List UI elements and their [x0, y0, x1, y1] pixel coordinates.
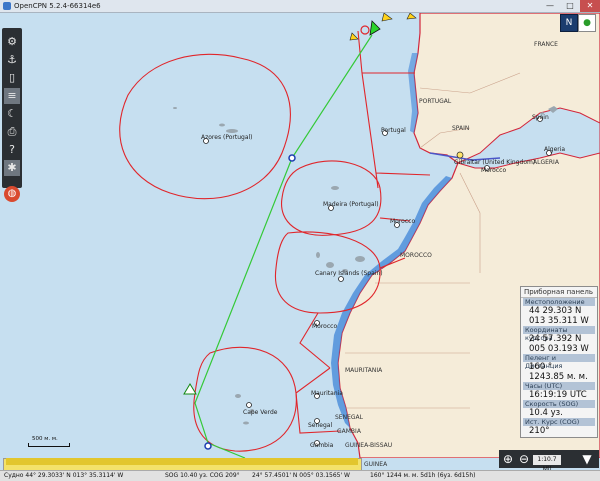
- dashboard-caption: Часы (UTC): [523, 382, 595, 390]
- dashboard-caption: Координаты курсора: [523, 326, 595, 342]
- canary-island: [355, 256, 365, 262]
- azores-island: [219, 123, 225, 127]
- canary-island: [316, 252, 320, 258]
- map-label-azores: Azores (Portugal): [201, 134, 253, 141]
- dashboard-cursor: Координаты курсора 24 57.392 N 005 03.19…: [521, 326, 597, 354]
- man-overboard-icon[interactable]: ◍: [4, 186, 20, 202]
- cape-verde-island: [235, 394, 241, 398]
- title-bar: OpenCPN 5.2.4-66314e6 — □ ✕: [0, 0, 600, 13]
- map-label-portugal: Portugal: [381, 127, 406, 134]
- dashboard-title: Приборная панель: [521, 287, 597, 298]
- dashboard-caption: Пеленг и Дистанция: [523, 354, 595, 370]
- waypoint-icon[interactable]: [204, 442, 212, 450]
- quilt-toggle-icon[interactable]: ▼: [579, 451, 595, 467]
- madeira-island: [331, 186, 339, 190]
- dashboard-value: 44 29.303 N: [529, 306, 582, 316]
- dashboard-clock: Часы (UTC) 16:19:19 UTC: [521, 382, 597, 400]
- map-label-madeira: Madeira (Portugal): [323, 201, 379, 208]
- main-toolbar: ⚙ ⚓ ▯ ≡ ☾ ⎙ ? ✱: [2, 28, 22, 188]
- country-label-mauritania: MAURITANIA: [345, 367, 383, 374]
- map-label-mauritania: Mauritania: [311, 390, 343, 397]
- canary-island: [326, 262, 334, 268]
- dashboard-value: 013 35.311 W: [529, 316, 589, 326]
- scale-bar: [28, 443, 70, 447]
- dashboard-value: 005 03.193 W: [529, 344, 589, 354]
- map-label-morocco-1: Morocco: [390, 218, 416, 225]
- country-label-morocco: MOROCCO: [400, 252, 432, 259]
- compass-icon[interactable]: N: [560, 14, 578, 32]
- maximize-button[interactable]: □: [560, 0, 580, 12]
- map-label-algeria: Algeria: [544, 146, 566, 153]
- dashboard-value: 210°: [529, 426, 550, 436]
- print-icon[interactable]: ⎙: [4, 124, 20, 140]
- place-marker-canary: [338, 276, 344, 282]
- place-marker-cape-verde: [246, 402, 252, 408]
- route-manager-icon[interactable]: ⚓: [4, 52, 20, 68]
- opencpn-app-icon: [3, 2, 11, 10]
- country-label-algeria: ALGERIA: [533, 159, 559, 166]
- country-label-guinea-bissau: GUINEA-BISSAU: [345, 442, 393, 449]
- window-title: OpenCPN 5.2.4-66314e6: [14, 2, 101, 10]
- cape-verde-island: [243, 421, 249, 425]
- country-label-guinea: GUINEA: [364, 461, 388, 468]
- zoom-out-icon[interactable]: ⊖: [516, 451, 532, 467]
- map-label-gambia: Gambia: [310, 442, 334, 449]
- status-bar: Судно 44° 29.3033' N 013° 35.3114' W SOG…: [0, 470, 600, 481]
- map-label-senegal: Senegal: [308, 422, 333, 429]
- dashboard-bearing: Пеленг и Дистанция 160 ° 1243.85 м. м.: [521, 354, 597, 382]
- ais-icon[interactable]: ✱: [4, 160, 20, 176]
- map-label-cape-verde: Cape Verde: [243, 409, 278, 416]
- dashboard-caption: Скорость (SOG): [523, 400, 595, 408]
- minimize-button[interactable]: —: [540, 0, 560, 12]
- dashboard-caption: Местоположение: [523, 298, 595, 306]
- dashboard-value: 24 57.392 N: [529, 334, 582, 344]
- dashboard-caption: Ист. Курс (COG): [523, 418, 595, 426]
- dashboard-panel[interactable]: Приборная панель Местоположение 44 29.30…: [520, 286, 598, 438]
- map-label-canary: Canary Islands (Spain): [315, 270, 383, 277]
- track-icon[interactable]: ▯: [4, 70, 20, 86]
- azores-island: [173, 107, 177, 109]
- zoom-in-icon[interactable]: ⊕: [500, 451, 516, 467]
- close-button[interactable]: ✕: [580, 0, 600, 12]
- azores-island: [226, 129, 238, 133]
- gibraltar-marker-icon[interactable]: [456, 151, 464, 159]
- chart-scale-readout: 1:10.7 Мil: [533, 455, 561, 473]
- map-label-morocco-3: Morocco: [481, 167, 507, 174]
- country-label-portugal: PORTUGAL: [419, 98, 452, 105]
- dashboard-position: Местоположение 44 29.303 N 013 35.311 W: [521, 298, 597, 326]
- map-label-gibraltar: Gibraltar (United Kingdom): [454, 159, 536, 166]
- dashboard-cog: Ист. Курс (COG) 210°: [521, 418, 597, 436]
- waypoint-icon[interactable]: [288, 154, 296, 162]
- dashboard-sog: Скорость (SOG) 10.4 уз.: [521, 400, 597, 418]
- country-label-spain: SPAIN: [452, 125, 470, 132]
- help-icon[interactable]: ?: [4, 142, 20, 158]
- tides-icon[interactable]: ☾: [4, 106, 20, 122]
- map-label-morocco-2: Morocco: [312, 323, 338, 330]
- gps-status-icon[interactable]: ●: [578, 14, 596, 32]
- chart-canvas[interactable]: [0, 13, 600, 458]
- scale-bar-label: 500 м. м.: [32, 436, 58, 442]
- settings-icon[interactable]: ⚙: [4, 34, 20, 50]
- country-label-gambia: GAMBIA: [337, 428, 361, 435]
- country-label-senegal: SENEGAL: [335, 414, 363, 421]
- dashboard-value: 16:19:19 UTC: [529, 390, 587, 400]
- dashboard-value: 10.4 уз.: [529, 408, 563, 418]
- layers-icon[interactable]: ≡: [4, 88, 20, 104]
- chart-bar-segment[interactable]: [6, 458, 358, 465]
- map-label-spain: Spain: [532, 114, 549, 121]
- dashboard-value: 1243.85 м. м.: [529, 372, 588, 382]
- country-label-france: FRANCE: [534, 41, 558, 48]
